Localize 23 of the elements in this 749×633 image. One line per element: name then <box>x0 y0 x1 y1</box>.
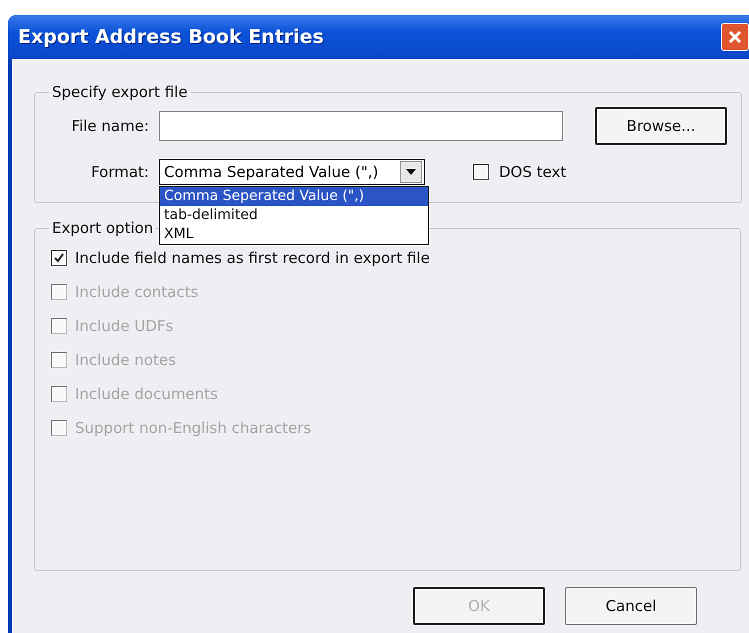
checkbox-label: Include contacts <box>75 283 198 301</box>
file-name-field[interactable] <box>159 111 563 141</box>
checkmark-icon <box>53 252 65 264</box>
checkbox[interactable] <box>51 250 67 266</box>
checkbox-label: Include notes <box>75 351 176 369</box>
close-icon <box>727 29 743 45</box>
checkbox[interactable] <box>473 164 489 180</box>
checkbox-label: DOS text <box>499 163 566 181</box>
window-title: Export Address Book Entries <box>18 26 324 48</box>
field-label: Format: <box>90 163 149 181</box>
caret-icon <box>406 169 416 175</box>
checkbox-label: Include documents <box>75 385 218 403</box>
checkbox-label: Support non-English characters <box>75 419 312 437</box>
dropdown-option[interactable]: Comma Seperated Value (",) <box>160 187 428 206</box>
field-label: File name: <box>70 117 149 135</box>
checkbox-label: Include UDFs <box>75 317 174 335</box>
format-dropdown[interactable]: Comma Separated Value (",) <box>159 159 425 185</box>
group-legend: Export option <box>49 219 156 237</box>
group-legend: Specify export file <box>49 83 191 101</box>
checkbox-label: Include field names as first record in export file <box>75 249 430 267</box>
cancel-button[interactable]: Cancel <box>565 587 697 625</box>
close-button[interactable] <box>721 23 749 51</box>
browse-button[interactable]: Browse... <box>595 107 727 145</box>
